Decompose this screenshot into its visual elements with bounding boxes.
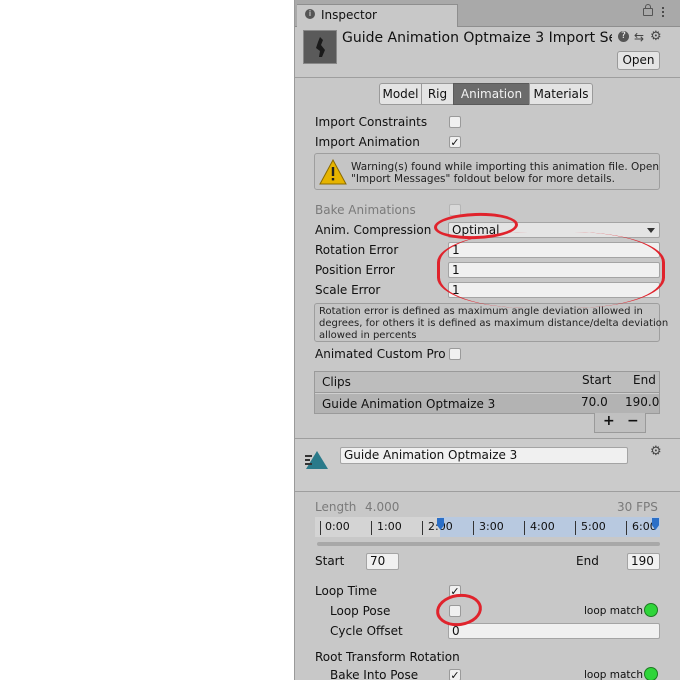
lock-shackle bbox=[645, 4, 651, 9]
timeline-major-tick bbox=[371, 521, 372, 535]
length-value: 4.000 bbox=[365, 500, 400, 514]
animated-custom-checkbox[interactable] bbox=[449, 348, 461, 360]
import-warning-box: Warning(s) found while importing this an… bbox=[314, 153, 660, 190]
tab-rig[interactable]: Rig bbox=[421, 83, 454, 105]
error-help-line1: Rotation error is defined as maximum ang… bbox=[319, 306, 643, 317]
cycle-offset-label: Cycle Offset bbox=[330, 624, 403, 638]
clip-editor-header: Guide Animation Optmaize 3 ⚙ bbox=[295, 439, 680, 492]
anim-compression-label: Anim. Compression bbox=[315, 223, 432, 237]
clips-footer: + − bbox=[594, 413, 646, 433]
cycle-offset-field[interactable]: 0 bbox=[448, 623, 660, 639]
preset-icon[interactable]: ⇆ bbox=[634, 30, 644, 44]
loop-time-label: Loop Time bbox=[315, 584, 377, 598]
scale-error-label: Scale Error bbox=[315, 283, 381, 297]
warning-text-line2: "Import Messages" foldout below for more… bbox=[351, 173, 615, 185]
bake-into-pose-match-indicator bbox=[644, 667, 658, 680]
rotation-error-label: Rotation Error bbox=[315, 243, 399, 257]
clip-row[interactable]: Guide Animation Optmaize 3 70.0 190.0 bbox=[315, 394, 659, 413]
bake-into-pose-checkbox[interactable]: ✓ bbox=[449, 669, 461, 680]
fps-value: 30 FPS bbox=[617, 500, 658, 514]
loop-pose-match-label: loop match bbox=[584, 605, 643, 617]
tab-animation[interactable]: Animation bbox=[453, 83, 530, 105]
clip-row-name: Guide Animation Optmaize 3 bbox=[322, 397, 496, 411]
clips-list: Clips Start End Guide Animation Optmaize… bbox=[314, 371, 660, 414]
add-clip-button[interactable]: + bbox=[603, 413, 615, 429]
inspector-tab[interactable]: i Inspector bbox=[297, 4, 458, 27]
lock-icon[interactable] bbox=[643, 8, 653, 16]
root-rotation-label: Root Transform Rotation bbox=[315, 650, 460, 664]
start-label: Start bbox=[315, 554, 345, 568]
help-icon[interactable]: ? bbox=[618, 31, 629, 42]
length-label: Length bbox=[315, 500, 357, 514]
asset-thumbnail bbox=[303, 30, 337, 64]
warning-icon bbox=[319, 159, 347, 185]
open-button[interactable]: Open bbox=[617, 51, 660, 70]
timeline-major-tick bbox=[320, 521, 321, 535]
gear-icon[interactable]: ⚙ bbox=[650, 29, 662, 44]
error-help-line3: allowed in percents bbox=[319, 330, 417, 341]
timeline-tick-0: 0:00 bbox=[325, 520, 350, 533]
asset-title: Guide Animation Optmaize 3 Import Settin… bbox=[342, 30, 612, 46]
timeline-major-tick bbox=[422, 521, 423, 535]
remove-clip-button[interactable]: − bbox=[627, 413, 639, 429]
end-label: End bbox=[576, 554, 599, 568]
annotation-bracket-errors bbox=[437, 232, 665, 308]
timeline-major-tick bbox=[575, 521, 576, 535]
info-icon: i bbox=[305, 9, 315, 19]
clips-header: Clips Start End bbox=[315, 372, 659, 393]
timeline-tick-3: 3:00 bbox=[479, 520, 504, 533]
warning-text-line1: Warning(s) found while importing this an… bbox=[351, 161, 660, 173]
import-animation-checkbox[interactable]: ✓ bbox=[449, 136, 461, 148]
timeline[interactable]: 0:00 1:00 2:00 3:00 4:00 5:00 6:00 bbox=[315, 517, 660, 537]
clips-header-label: Clips bbox=[322, 375, 351, 389]
error-help-box: Rotation error is defined as maximum ang… bbox=[314, 303, 668, 342]
timeline-major-tick bbox=[473, 521, 474, 535]
timeline-major-tick bbox=[626, 521, 627, 535]
inspector-tab-bar: i Inspector bbox=[295, 0, 680, 27]
clip-name-field[interactable]: Guide Animation Optmaize 3 bbox=[340, 447, 628, 464]
clip-row-end: 190.0 bbox=[625, 395, 660, 409]
timeline-tick-5: 5:00 bbox=[581, 520, 606, 533]
inspector-tab-label: Inspector bbox=[321, 8, 377, 22]
import-animation-label: Import Animation bbox=[315, 135, 420, 149]
error-help-line2: degrees, for others it is defined as max… bbox=[319, 318, 669, 329]
animation-clip-icon bbox=[305, 451, 328, 469]
loop-pose-label: Loop Pose bbox=[330, 604, 391, 618]
tab-materials[interactable]: Materials bbox=[529, 83, 593, 105]
bake-animations-label: Bake Animations bbox=[315, 203, 416, 217]
start-field[interactable]: 70 bbox=[366, 553, 399, 570]
animated-custom-label: Animated Custom Prope bbox=[315, 347, 446, 361]
clips-end-header: End bbox=[633, 373, 656, 387]
bake-into-pose-label: Bake Into Pose bbox=[330, 668, 419, 680]
loop-pose-match-indicator bbox=[644, 603, 658, 617]
clip-row-start: 70.0 bbox=[581, 395, 608, 409]
tab-model[interactable]: Model bbox=[379, 83, 422, 105]
clips-start-header: Start bbox=[582, 373, 612, 387]
timeline-tick-1: 1:00 bbox=[377, 520, 402, 533]
header-divider bbox=[295, 77, 680, 78]
timeline-major-tick bbox=[524, 521, 525, 535]
position-error-label: Position Error bbox=[315, 263, 395, 277]
import-constraints-label: Import Constraints bbox=[315, 115, 428, 129]
timeline-scrollbar[interactable] bbox=[317, 542, 660, 546]
timeline-tick-4: 4:00 bbox=[530, 520, 555, 533]
inspector-panel: i Inspector Guide Animation Optmaize 3 I… bbox=[294, 0, 680, 680]
menu-icon[interactable] bbox=[662, 6, 664, 18]
import-constraints-checkbox[interactable] bbox=[449, 116, 461, 128]
dropdown-arrow-icon bbox=[647, 228, 655, 233]
end-field[interactable]: 190 bbox=[627, 553, 660, 570]
clip-gear-icon[interactable]: ⚙ bbox=[650, 444, 662, 459]
bake-into-pose-match-label: loop match bbox=[584, 669, 643, 680]
